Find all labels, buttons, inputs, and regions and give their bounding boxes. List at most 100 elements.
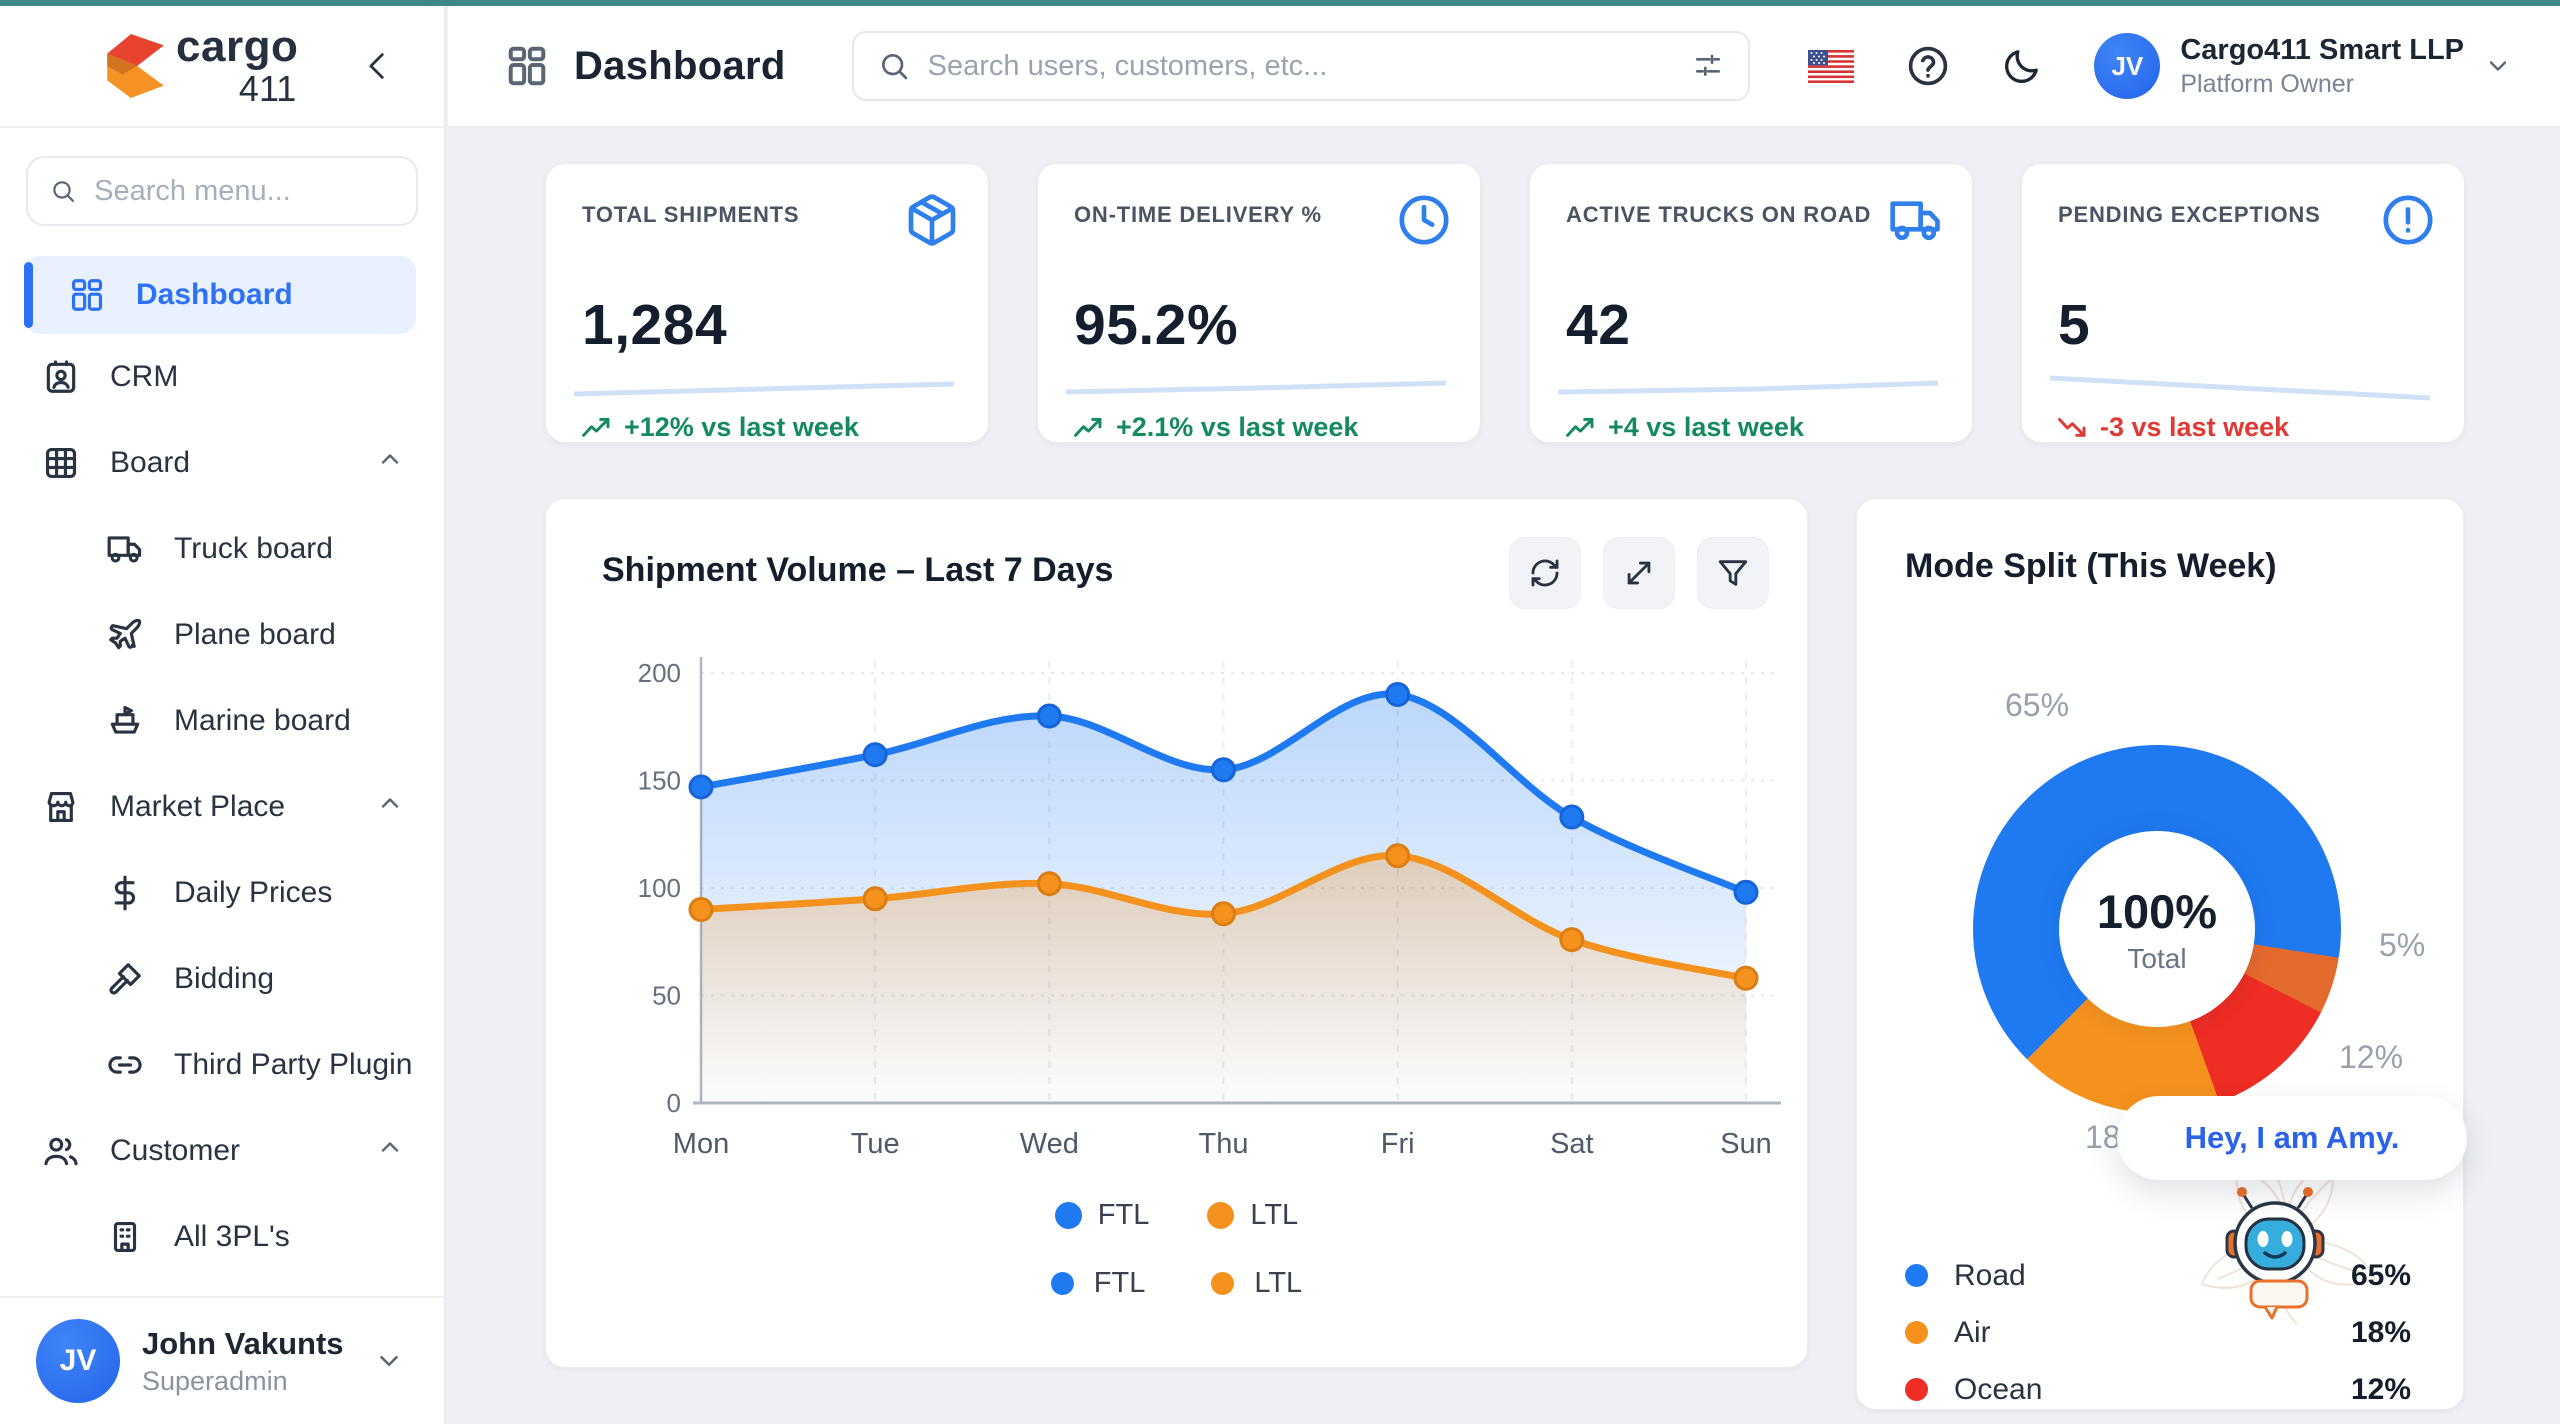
sidebar-item-all-3pls[interactable]: All 3PL's [0, 1194, 444, 1280]
legend-dot-road [1905, 1264, 1928, 1287]
pie-label-other: 5% [2379, 927, 2425, 964]
sidebar-item-truck-board[interactable]: Truck board [0, 506, 444, 592]
user-role: Superadmin [142, 1366, 374, 1397]
legend-item-air: Air 18% [1905, 1304, 2411, 1361]
sidebar-item-label: Third Party Plugin [174, 1048, 412, 1082]
kpi-label: TOTAL SHIPMENTS [582, 202, 912, 228]
chevron-down-icon [2484, 52, 2512, 80]
language-button[interactable] [1808, 50, 1854, 83]
svg-text:Sat: Sat [1550, 1128, 1594, 1160]
legend-label-ltl: LTL [1254, 1267, 1302, 1300]
sidebar-item-bidding[interactable]: Bidding [0, 936, 444, 1022]
sidebar-search-input[interactable] [94, 175, 394, 208]
us-flag-icon [1808, 50, 1854, 83]
svg-text:50: 50 [652, 981, 681, 1011]
svg-text:Thu: Thu [1199, 1128, 1249, 1160]
filter-sliders-icon[interactable] [1692, 50, 1724, 82]
sidebar-item-market-place[interactable]: Market Place [0, 764, 444, 850]
users-icon [42, 1131, 82, 1171]
dark-mode-button[interactable] [2002, 46, 2042, 86]
svg-text:Fri: Fri [1381, 1128, 1415, 1160]
help-circle-icon [1906, 44, 1950, 88]
logo-text: cargo 411 [176, 25, 298, 107]
sidebar: cargo 411 Dashboard CRM Board Truck boar… [0, 6, 446, 1424]
kpi-trend: +4 vs last week [1566, 412, 1804, 443]
search-icon [878, 50, 910, 82]
svg-text:Tue: Tue [851, 1128, 900, 1160]
legend-item-road: Road 65% [1905, 1247, 2411, 1304]
account-menu[interactable]: JV Cargo411 Smart LLP Platform Owner [2094, 33, 2512, 99]
pie-label-road: 65% [2005, 687, 2069, 724]
sparkline [574, 374, 954, 402]
kpi-trend: -3 vs last week [2058, 412, 2289, 443]
dollar-icon [106, 873, 146, 913]
sidebar-item-daily-prices[interactable]: Daily Prices [0, 850, 444, 936]
sidebar-search [26, 156, 418, 226]
account-role: Platform Owner [2180, 70, 2464, 99]
storefront-icon [42, 787, 82, 827]
sidebar-item-label: Marine board [174, 704, 351, 738]
top-header: Dashboard JV Cargo411 Smart LLP Platform… [448, 6, 2560, 128]
svg-text:100: 100 [638, 873, 681, 903]
sidebar-user-panel[interactable]: JV John Vakunts Superadmin [0, 1296, 444, 1424]
donut-total-label: Total [2127, 943, 2186, 975]
mode-split-card: Mode Split (This Week) 65% 100% Total 5%… [1856, 498, 2464, 1410]
sidebar-collapse-button[interactable] [356, 44, 400, 88]
svg-text:200: 200 [638, 658, 681, 688]
sparkline [1066, 374, 1446, 402]
sparkline [1558, 374, 1938, 402]
truck-icon [106, 529, 146, 569]
moon-icon [2002, 46, 2042, 86]
kpi-trend: +2.1% vs last week [1074, 412, 1358, 443]
chevron-up-icon [376, 445, 404, 481]
page-title-group: Dashboard [504, 43, 786, 89]
contact-card-icon [42, 357, 82, 397]
sidebar-item-label: Plane board [174, 618, 336, 652]
sidebar-item-crm[interactable]: CRM [0, 334, 444, 420]
kpi-row: TOTAL SHIPMENTS 1,284 +12% vs last week … [545, 163, 2465, 443]
trending-down-icon [2058, 417, 2088, 439]
kpi-card-total-shipments: TOTAL SHIPMENTS 1,284 +12% vs last week [545, 163, 989, 443]
shipment-volume-card: Shipment Volume – Last 7 Days 0501001502… [545, 498, 1808, 1368]
sidebar-item-label: Market Place [110, 790, 285, 824]
amy-message: Hey, I am Amy. [2185, 1120, 2400, 1156]
sidebar-item-marine-board[interactable]: Marine board [0, 678, 444, 764]
building-icon [106, 1217, 146, 1257]
sidebar-item-plane-board[interactable]: Plane board [0, 592, 444, 678]
legend-item-ocean: Ocean 12% [1905, 1361, 2411, 1410]
help-button[interactable] [1906, 44, 1950, 88]
global-search-input[interactable] [928, 50, 1692, 83]
chart-legend-row-1: FTL LTL [546, 1199, 1807, 1232]
sidebar-item-third-party-plugin[interactable]: Third Party Plugin [0, 1022, 444, 1108]
line-chart: 050100150200MonTueWedThuFriSatSun [546, 499, 1809, 1199]
page-title: Dashboard [574, 44, 786, 89]
kpi-value: 5 [2058, 292, 2090, 358]
logo-text-sub: 411 [176, 71, 298, 107]
svg-text:Wed: Wed [1020, 1128, 1079, 1160]
sidebar-item-label: Truck board [174, 532, 333, 566]
trending-up-icon [582, 417, 612, 439]
legend-label-ftl: FTL [1094, 1267, 1146, 1300]
legend-label-ltl: LTL [1250, 1199, 1298, 1232]
legend-dot-ltl [1211, 1272, 1234, 1295]
dashboard-icon [68, 275, 108, 315]
chevron-up-icon [376, 789, 404, 825]
logo-row: cargo 411 [0, 6, 444, 128]
kpi-value: 1,284 [582, 292, 727, 358]
sidebar-item-dashboard[interactable]: Dashboard [24, 256, 416, 334]
legend-label-ftl: FTL [1098, 1199, 1150, 1232]
clock-icon [1396, 192, 1452, 248]
sidebar-item-board[interactable]: Board [0, 420, 444, 506]
amy-chat-bubble[interactable]: Hey, I am Amy. [2117, 1096, 2467, 1180]
dashboard-content: TOTAL SHIPMENTS 1,284 +12% vs last week … [448, 128, 2560, 1424]
truck-icon [1888, 192, 1944, 248]
donut-total-value: 100% [2097, 884, 2217, 939]
gavel-icon [106, 959, 146, 999]
chart-title: Mode Split (This Week) [1905, 547, 2277, 586]
legend-dot-air [1905, 1321, 1928, 1344]
legend-dot-ocean [1905, 1378, 1928, 1401]
package-icon [904, 192, 960, 248]
grid-icon [42, 443, 82, 483]
sidebar-item-customer[interactable]: Customer [0, 1108, 444, 1194]
plane-icon [106, 615, 146, 655]
